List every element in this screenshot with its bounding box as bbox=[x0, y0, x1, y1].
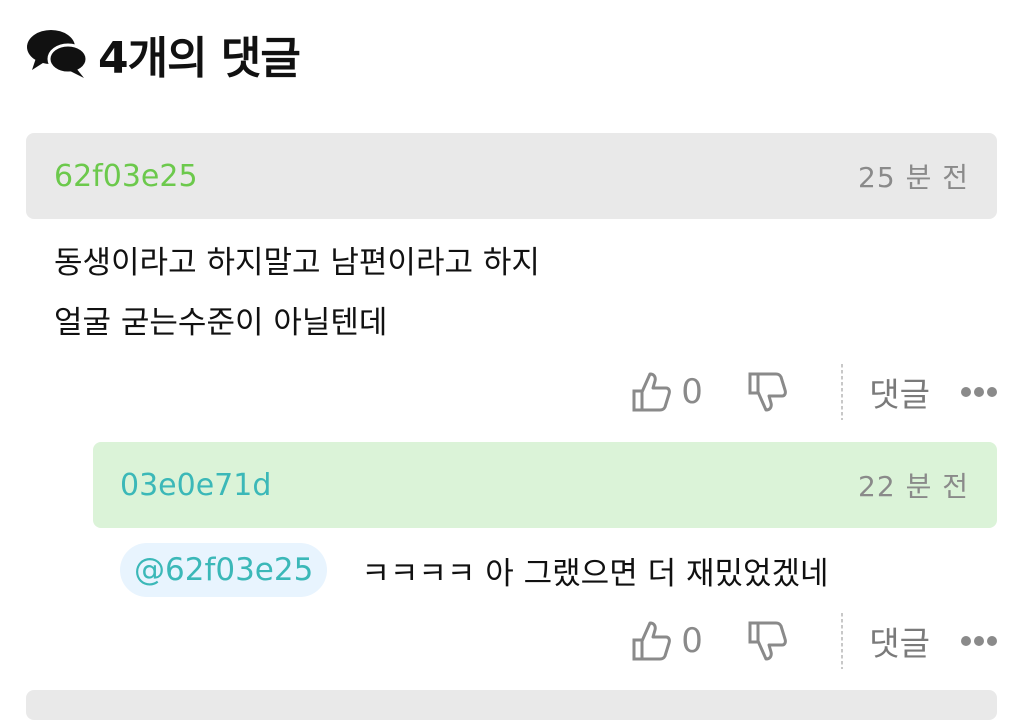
comment-header: 62f03e25 25 분 전 bbox=[26, 133, 997, 219]
comment-line: 동생이라고 하지말고 남편이라고 하지 bbox=[54, 245, 540, 281]
comment-author[interactable]: 62f03e25 bbox=[54, 159, 198, 194]
comments-icon bbox=[27, 30, 88, 78]
comment-time: 22 분 전 bbox=[858, 470, 969, 503]
thumbs-up-icon[interactable] bbox=[631, 371, 672, 413]
comment-text: ㅋㅋㅋㅋ 아 그랬으면 더 재밌었겠네 bbox=[361, 555, 829, 592]
divider bbox=[841, 613, 844, 669]
comment-author[interactable]: 03e0e71d bbox=[120, 468, 271, 503]
more-dots-icon[interactable] bbox=[960, 635, 998, 647]
comment-time: 25 분 전 bbox=[858, 161, 969, 194]
comments-count-title: 4개의 댓글 bbox=[98, 33, 301, 84]
divider bbox=[841, 364, 844, 420]
reply-button[interactable]: 댓글 bbox=[869, 368, 930, 416]
reply-comment-header: 03e0e71d 22 분 전 bbox=[93, 442, 997, 528]
like-count: 0 bbox=[681, 372, 703, 412]
mention-tag[interactable]: @62f03e25 bbox=[120, 543, 328, 597]
comments-header: 4개의 댓글 bbox=[26, 26, 301, 84]
like-count: 0 bbox=[681, 621, 703, 661]
thumbs-down-icon[interactable] bbox=[747, 620, 788, 662]
next-comment-header bbox=[26, 690, 997, 720]
thumbs-up-icon[interactable] bbox=[631, 620, 672, 662]
comment-actions: 0 댓글 bbox=[631, 613, 998, 669]
reply-comment-body: @62f03e25 ㅋㅋㅋㅋ 아 그랬으면 더 재밌었겠네 bbox=[120, 543, 829, 597]
comment-body: 동생이라고 하지말고 남편이라고 하지 얼굴 굳는수준이 아닐텐데 bbox=[54, 233, 540, 353]
comment-line: 얼굴 굳는수준이 아닐텐데 bbox=[54, 305, 388, 341]
comment-actions: 0 댓글 bbox=[631, 364, 998, 420]
reply-button[interactable]: 댓글 bbox=[869, 617, 930, 665]
more-dots-icon[interactable] bbox=[960, 386, 998, 398]
thumbs-down-icon[interactable] bbox=[747, 371, 788, 413]
